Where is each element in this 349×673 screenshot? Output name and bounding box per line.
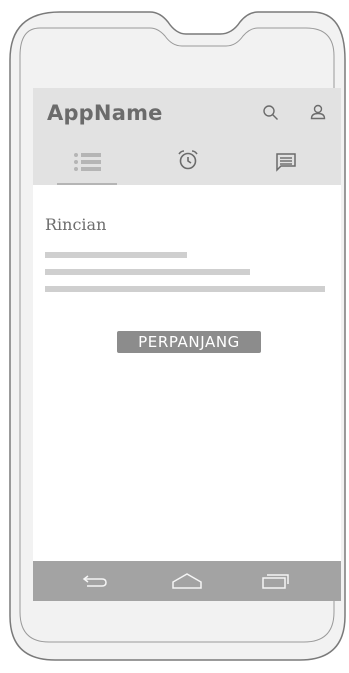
search-icon[interactable] [262,104,280,122]
tab-messages[interactable] [237,138,337,184]
back-icon[interactable] [81,573,111,589]
message-icon [276,153,296,172]
tab-alarm[interactable] [137,138,237,184]
text-placeholder-line [45,286,325,292]
tab-list[interactable] [33,138,133,184]
home-icon[interactable] [170,571,204,591]
app-bar: AppName [33,88,341,185]
device-screen: AppName Rincian PERPANJANG [33,88,341,601]
content-title: Rincian [45,215,107,234]
recent-apps-icon[interactable] [259,571,291,591]
system-nav-bar [33,561,341,601]
app-title: AppName [47,101,163,125]
list-icon [74,153,101,171]
extend-button[interactable]: PERPANJANG [117,331,261,353]
text-placeholder-line [45,252,187,258]
text-placeholder-line [45,269,250,275]
alarm-clock-icon [178,150,198,170]
tab-selected-indicator [57,183,117,185]
user-icon[interactable] [309,103,327,121]
